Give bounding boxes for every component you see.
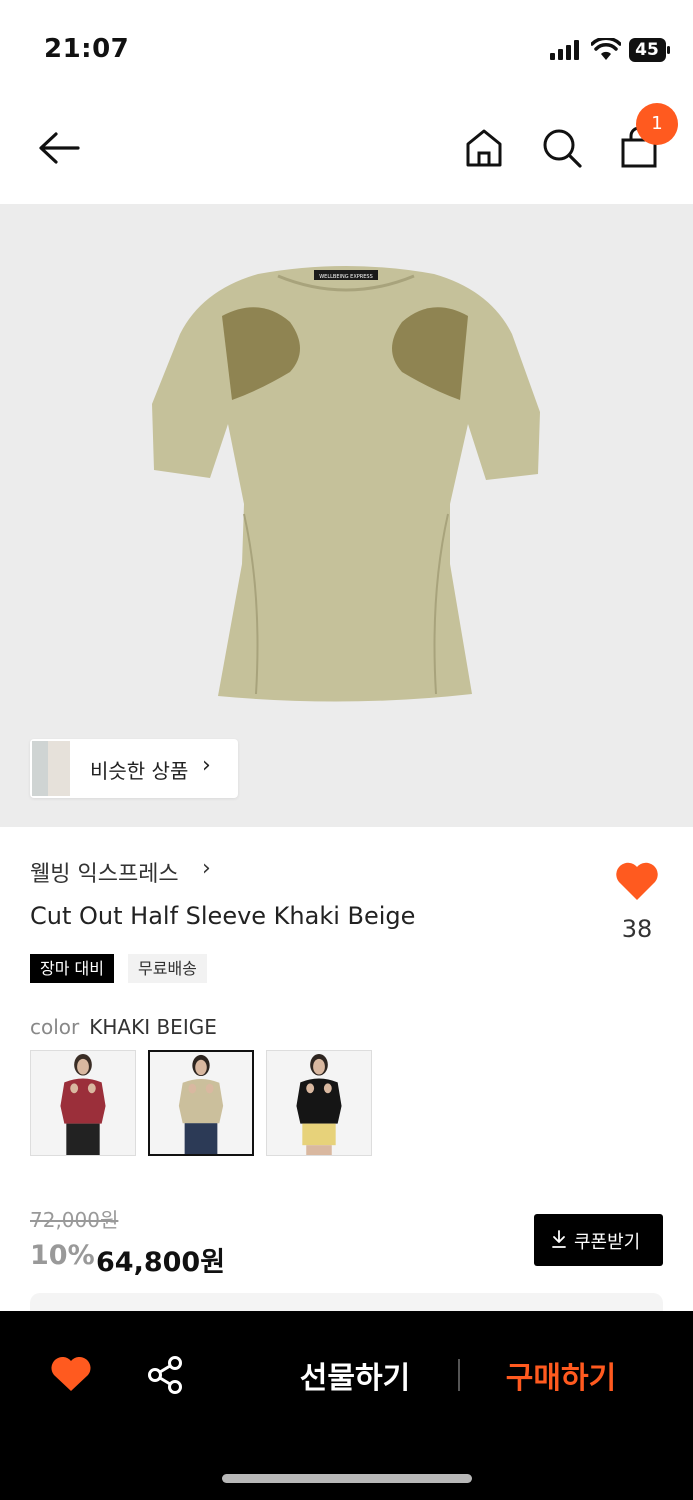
similar-products-button[interactable]: 비슷한 상품 ›	[30, 739, 238, 798]
battery-level: 45	[635, 40, 659, 60]
model-image	[31, 1051, 135, 1155]
product-image[interactable]: WELLBEING EXPRESS 비슷한 상품 ›	[0, 204, 693, 827]
download-coupon-button[interactable]: 쿠폰받기	[534, 1214, 663, 1266]
color-row: color KHAKI BEIGE	[30, 1015, 217, 1039]
chevron-right-icon: ›	[202, 856, 211, 881]
status-bar: 21:07 45	[0, 0, 693, 100]
color-swatch-khaki-beige[interactable]	[148, 1050, 254, 1156]
download-icon	[552, 1230, 566, 1248]
home-icon[interactable]	[462, 126, 506, 170]
like-count: 38	[621, 915, 653, 943]
brand-name: 웰빙 익스프레스	[30, 862, 179, 887]
bottom-action-bar: 선물하기 구매하기	[0, 1311, 693, 1500]
model-image	[267, 1051, 371, 1155]
buy-button[interactable]: 구매하기	[476, 1353, 646, 1397]
coupon-label: 쿠폰받기	[574, 1232, 641, 1253]
original-price: 72,000원	[30, 1208, 119, 1232]
divider	[458, 1359, 460, 1391]
battery-icon: 45	[629, 38, 671, 62]
tag-rainy-season: 장마 대비	[30, 954, 114, 983]
color-label: color	[30, 1015, 80, 1039]
chevron-right-icon: ›	[202, 753, 211, 778]
wifi-icon	[591, 38, 621, 60]
color-swatch-red[interactable]	[30, 1050, 136, 1156]
tag-free-shipping: 무료배송	[128, 954, 207, 983]
signal-icon	[550, 40, 579, 60]
similar-thumb	[48, 741, 70, 796]
brand-link[interactable]: 웰빙 익스프레스 ›	[30, 856, 211, 888]
gift-button[interactable]: 선물하기	[270, 1353, 440, 1397]
cart-count-badge[interactable]: 1	[636, 103, 678, 145]
color-swatch-black[interactable]	[266, 1050, 372, 1156]
sale-price: 64,800원	[96, 1247, 226, 1278]
model-image	[150, 1052, 252, 1154]
search-icon[interactable]	[540, 126, 584, 170]
brand-label-text: WELLBEING EXPRESS	[319, 274, 373, 280]
product-title: Cut Out Half Sleeve Khaki Beige	[30, 902, 416, 930]
back-arrow-icon[interactable]	[36, 128, 82, 168]
color-value: KHAKI BEIGE	[89, 1015, 217, 1039]
wishlist-heart-icon[interactable]	[50, 1355, 92, 1393]
like-heart-icon[interactable]	[614, 860, 660, 902]
discount-rate: 10%	[30, 1240, 95, 1271]
share-icon[interactable]	[146, 1355, 184, 1395]
product-tshirt-image: WELLBEING EXPRESS	[152, 266, 540, 702]
home-indicator	[222, 1474, 472, 1483]
status-time: 21:07	[44, 34, 130, 64]
top-nav-bar	[0, 100, 693, 204]
similar-thumbnails	[30, 739, 70, 798]
similar-products-label: 비슷한 상품	[90, 759, 189, 783]
